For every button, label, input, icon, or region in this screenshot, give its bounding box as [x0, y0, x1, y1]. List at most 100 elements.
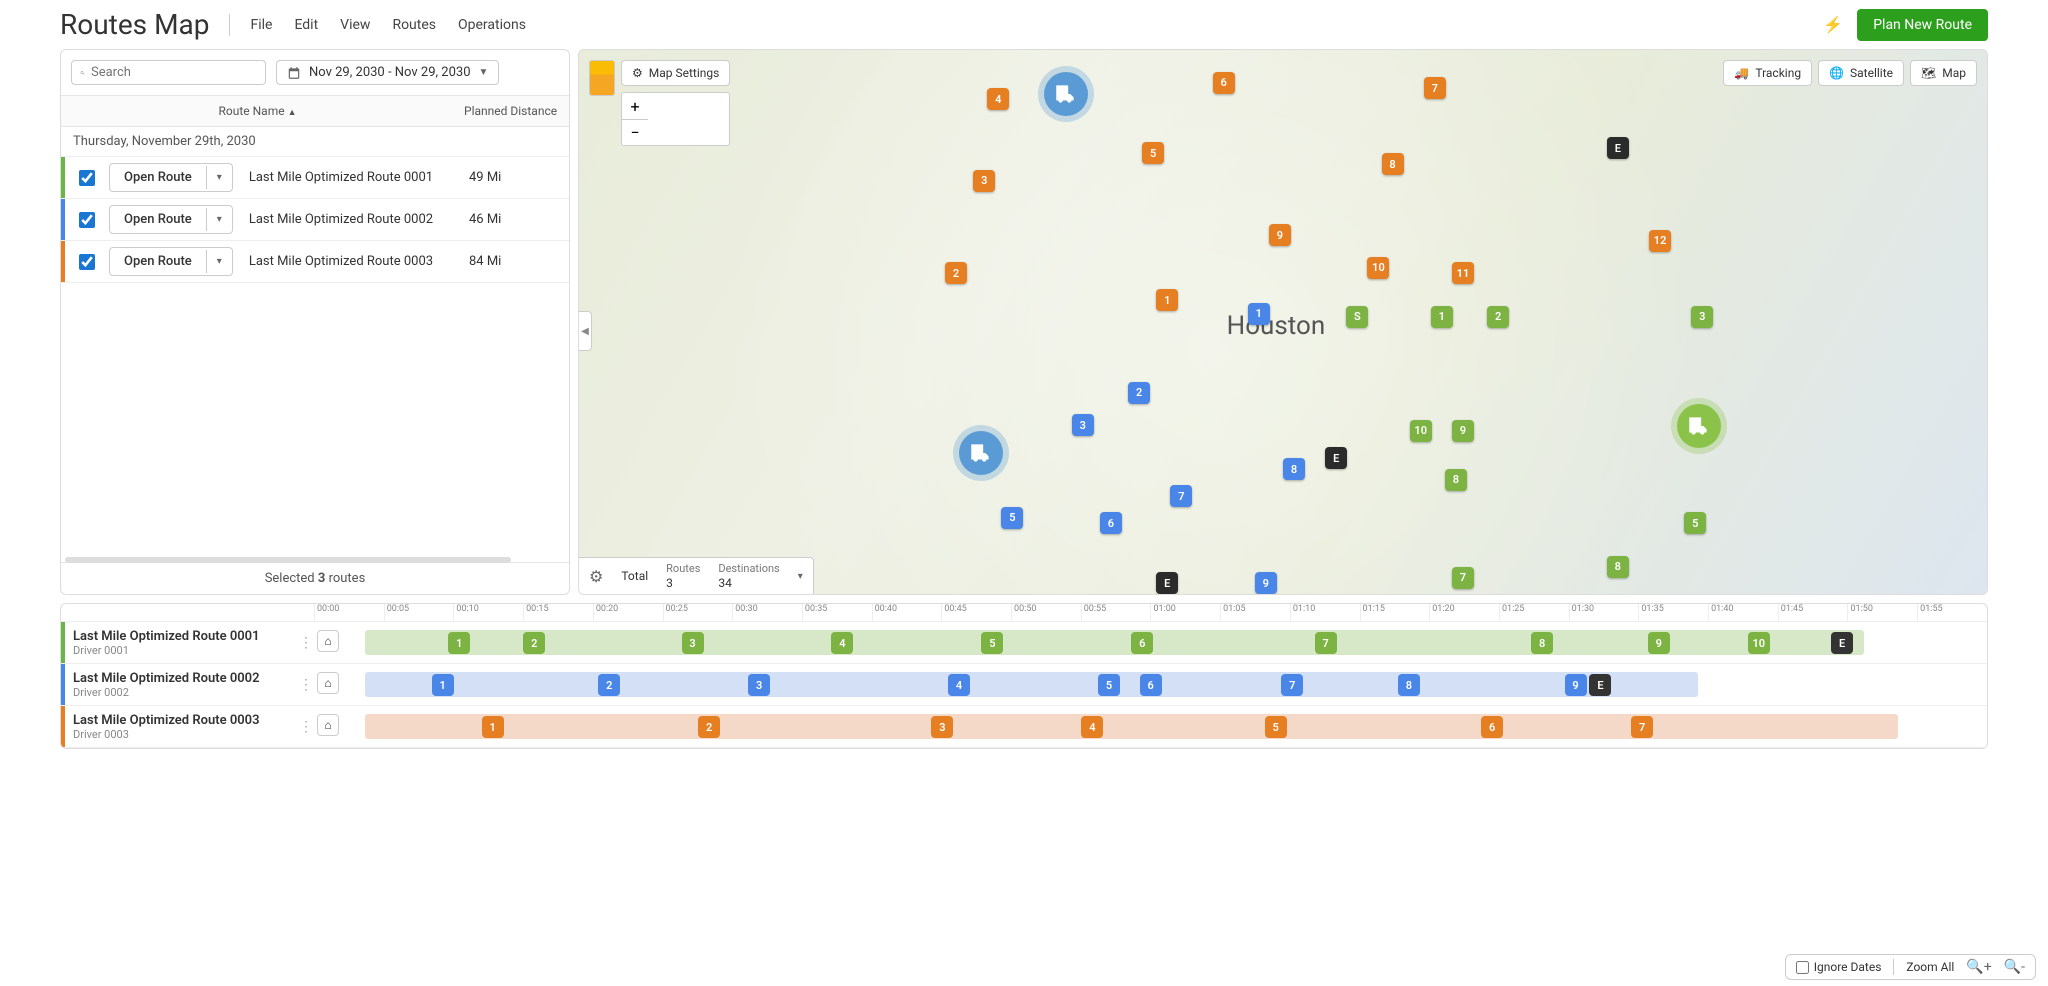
menu-view[interactable]: View — [340, 17, 370, 33]
timeline-stop[interactable]: 6 — [1481, 716, 1503, 738]
map-marker-start[interactable]: S — [1346, 306, 1368, 328]
timeline-stop[interactable]: 5 — [1098, 674, 1120, 696]
map-background[interactable] — [579, 50, 1987, 594]
open-route-button-3[interactable]: Open Route▾ — [109, 247, 233, 276]
timeline-stop[interactable]: 2 — [523, 632, 545, 654]
map-marker[interactable]: 3 — [1072, 414, 1094, 436]
menu-edit[interactable]: Edit — [294, 17, 318, 33]
timeline-stop[interactable]: 6 — [1140, 674, 1162, 696]
timeline-stop[interactable]: 7 — [1631, 716, 1653, 738]
timeline-track[interactable]: ⌂123456789E — [315, 670, 1981, 699]
map-marker[interactable]: 8 — [1382, 153, 1404, 175]
timeline-stop[interactable]: 1 — [448, 632, 470, 654]
truck-marker[interactable] — [1044, 72, 1088, 116]
timeline-stop[interactable]: 6 — [1131, 632, 1153, 654]
search-input[interactable] — [91, 65, 257, 80]
open-route-button-1[interactable]: Open Route▾ — [109, 163, 233, 192]
gear-icon[interactable]: ⚙ — [589, 567, 603, 586]
chevron-down-icon[interactable]: ▾ — [206, 208, 232, 231]
map-marker[interactable]: 10 — [1367, 257, 1389, 279]
timeline-stop[interactable]: 9 — [1648, 632, 1670, 654]
map-marker[interactable]: 3 — [1691, 306, 1713, 328]
map-marker[interactable]: 3 — [973, 170, 995, 192]
pegman-icon[interactable] — [589, 60, 615, 96]
chevron-down-icon[interactable]: ▾ — [206, 166, 232, 189]
menu-file[interactable]: File — [250, 17, 272, 33]
timeline-stop[interactable]: 1 — [482, 716, 504, 738]
map-marker[interactable]: 9 — [1269, 224, 1291, 246]
timeline-stop[interactable]: 3 — [931, 716, 953, 738]
map-marker[interactable]: 4 — [987, 88, 1009, 110]
timeline-stop[interactable]: 8 — [1531, 632, 1553, 654]
menu-operations[interactable]: Operations — [458, 17, 526, 33]
timeline-stop[interactable]: 4 — [1081, 716, 1103, 738]
timeline-stop[interactable]: E — [1831, 632, 1853, 654]
map-marker-end[interactable]: E — [1156, 572, 1178, 594]
tracking-button[interactable]: 🚚 Tracking — [1723, 60, 1812, 86]
menu-routes[interactable]: Routes — [392, 17, 436, 33]
map-marker[interactable]: 1 — [1431, 306, 1453, 328]
timeline-stop[interactable]: 9 — [1565, 674, 1587, 696]
chevron-down-icon[interactable]: ▾ — [206, 250, 232, 273]
map-marker[interactable]: 7 — [1452, 567, 1474, 589]
map-mode-button[interactable]: 🗺 Map — [1910, 60, 1977, 86]
map-marker[interactable]: 8 — [1283, 458, 1305, 480]
map-settings-button[interactable]: ⚙ Map Settings — [621, 60, 730, 86]
timeline-stop[interactable]: 4 — [948, 674, 970, 696]
map-marker[interactable]: 1 — [1248, 303, 1270, 325]
home-icon[interactable]: ⌂ — [317, 630, 339, 652]
map-panel[interactable]: ◀ ⚙ Map Settings + − 🚚 Tracking 🌐 Satell… — [578, 49, 1988, 595]
timeline-row-menu[interactable]: ⋮ — [297, 706, 315, 747]
map-marker[interactable]: 9 — [1255, 572, 1277, 594]
map-marker[interactable]: 7 — [1424, 77, 1446, 99]
map-marker[interactable]: 6 — [1100, 512, 1122, 534]
route-checkbox-3[interactable] — [79, 254, 95, 270]
open-route-button-2[interactable]: Open Route▾ — [109, 205, 233, 234]
map-marker[interactable]: 5 — [1001, 507, 1023, 529]
zoom-in-button[interactable]: + — [622, 93, 648, 119]
map-marker[interactable]: 2 — [1487, 306, 1509, 328]
timeline-stop[interactable]: 7 — [1315, 632, 1337, 654]
timeline-track[interactable]: ⌂ 1 2 3 4 5 6 7 8 9 10 E — [315, 628, 1981, 657]
truck-marker[interactable] — [1677, 404, 1721, 448]
map-marker[interactable]: 9 — [1452, 420, 1474, 442]
timeline-stop[interactable]: 5 — [1265, 716, 1287, 738]
satellite-button[interactable]: 🌐 Satellite — [1818, 60, 1904, 86]
collapse-panel-button[interactable]: ◀ — [578, 311, 592, 351]
timeline-stop[interactable]: 8 — [1398, 674, 1420, 696]
timeline-stop[interactable]: 10 — [1748, 632, 1770, 654]
bolt-icon[interactable]: ⚡ — [1823, 15, 1843, 34]
timeline-stop[interactable]: 3 — [682, 632, 704, 654]
map-marker-end[interactable]: E — [1607, 137, 1629, 159]
map-marker[interactable]: 5 — [1142, 142, 1164, 164]
chevron-down-icon[interactable]: ▾ — [798, 571, 803, 582]
timeline-row-menu[interactable]: ⋮ — [297, 664, 315, 705]
map-marker[interactable]: 8 — [1607, 556, 1629, 578]
route-checkbox-2[interactable] — [79, 212, 95, 228]
timeline-stop[interactable]: 2 — [598, 674, 620, 696]
col-planned-distance[interactable]: Planned Distance — [454, 96, 569, 126]
home-icon[interactable]: ⌂ — [317, 714, 339, 736]
timeline-stop[interactable]: 4 — [831, 632, 853, 654]
timeline-row-menu[interactable]: ⋮ — [297, 622, 315, 663]
truck-marker[interactable] — [959, 431, 1003, 475]
route-checkbox-1[interactable] — [79, 170, 95, 186]
search-input-wrap[interactable] — [71, 60, 266, 85]
map-marker[interactable]: 1 — [1156, 289, 1178, 311]
timeline-stop[interactable]: 1 — [432, 674, 454, 696]
map-marker[interactable]: 2 — [1128, 382, 1150, 404]
timeline-stop[interactable]: 5 — [981, 632, 1003, 654]
map-marker[interactable]: 11 — [1452, 262, 1474, 284]
map-marker[interactable]: 6 — [1213, 72, 1235, 94]
timeline-stop[interactable]: 3 — [748, 674, 770, 696]
timeline-track[interactable]: ⌂ 1 2 3 4 5 6 7 — [315, 712, 1981, 741]
zoom-out-button[interactable]: − — [622, 119, 648, 145]
map-marker[interactable]: 12 — [1649, 230, 1671, 252]
map-marker[interactable]: 7 — [1170, 485, 1192, 507]
timeline-stop[interactable]: 2 — [698, 716, 720, 738]
map-marker[interactable]: 5 — [1684, 512, 1706, 534]
date-range-picker[interactable]: Nov 29, 2030 - Nov 29, 2030 ▼ — [276, 60, 499, 85]
map-marker-end[interactable]: E — [1325, 447, 1347, 469]
col-route-name[interactable]: Route Name ▲ — [61, 96, 454, 126]
timeline-stop[interactable]: E — [1589, 674, 1611, 696]
